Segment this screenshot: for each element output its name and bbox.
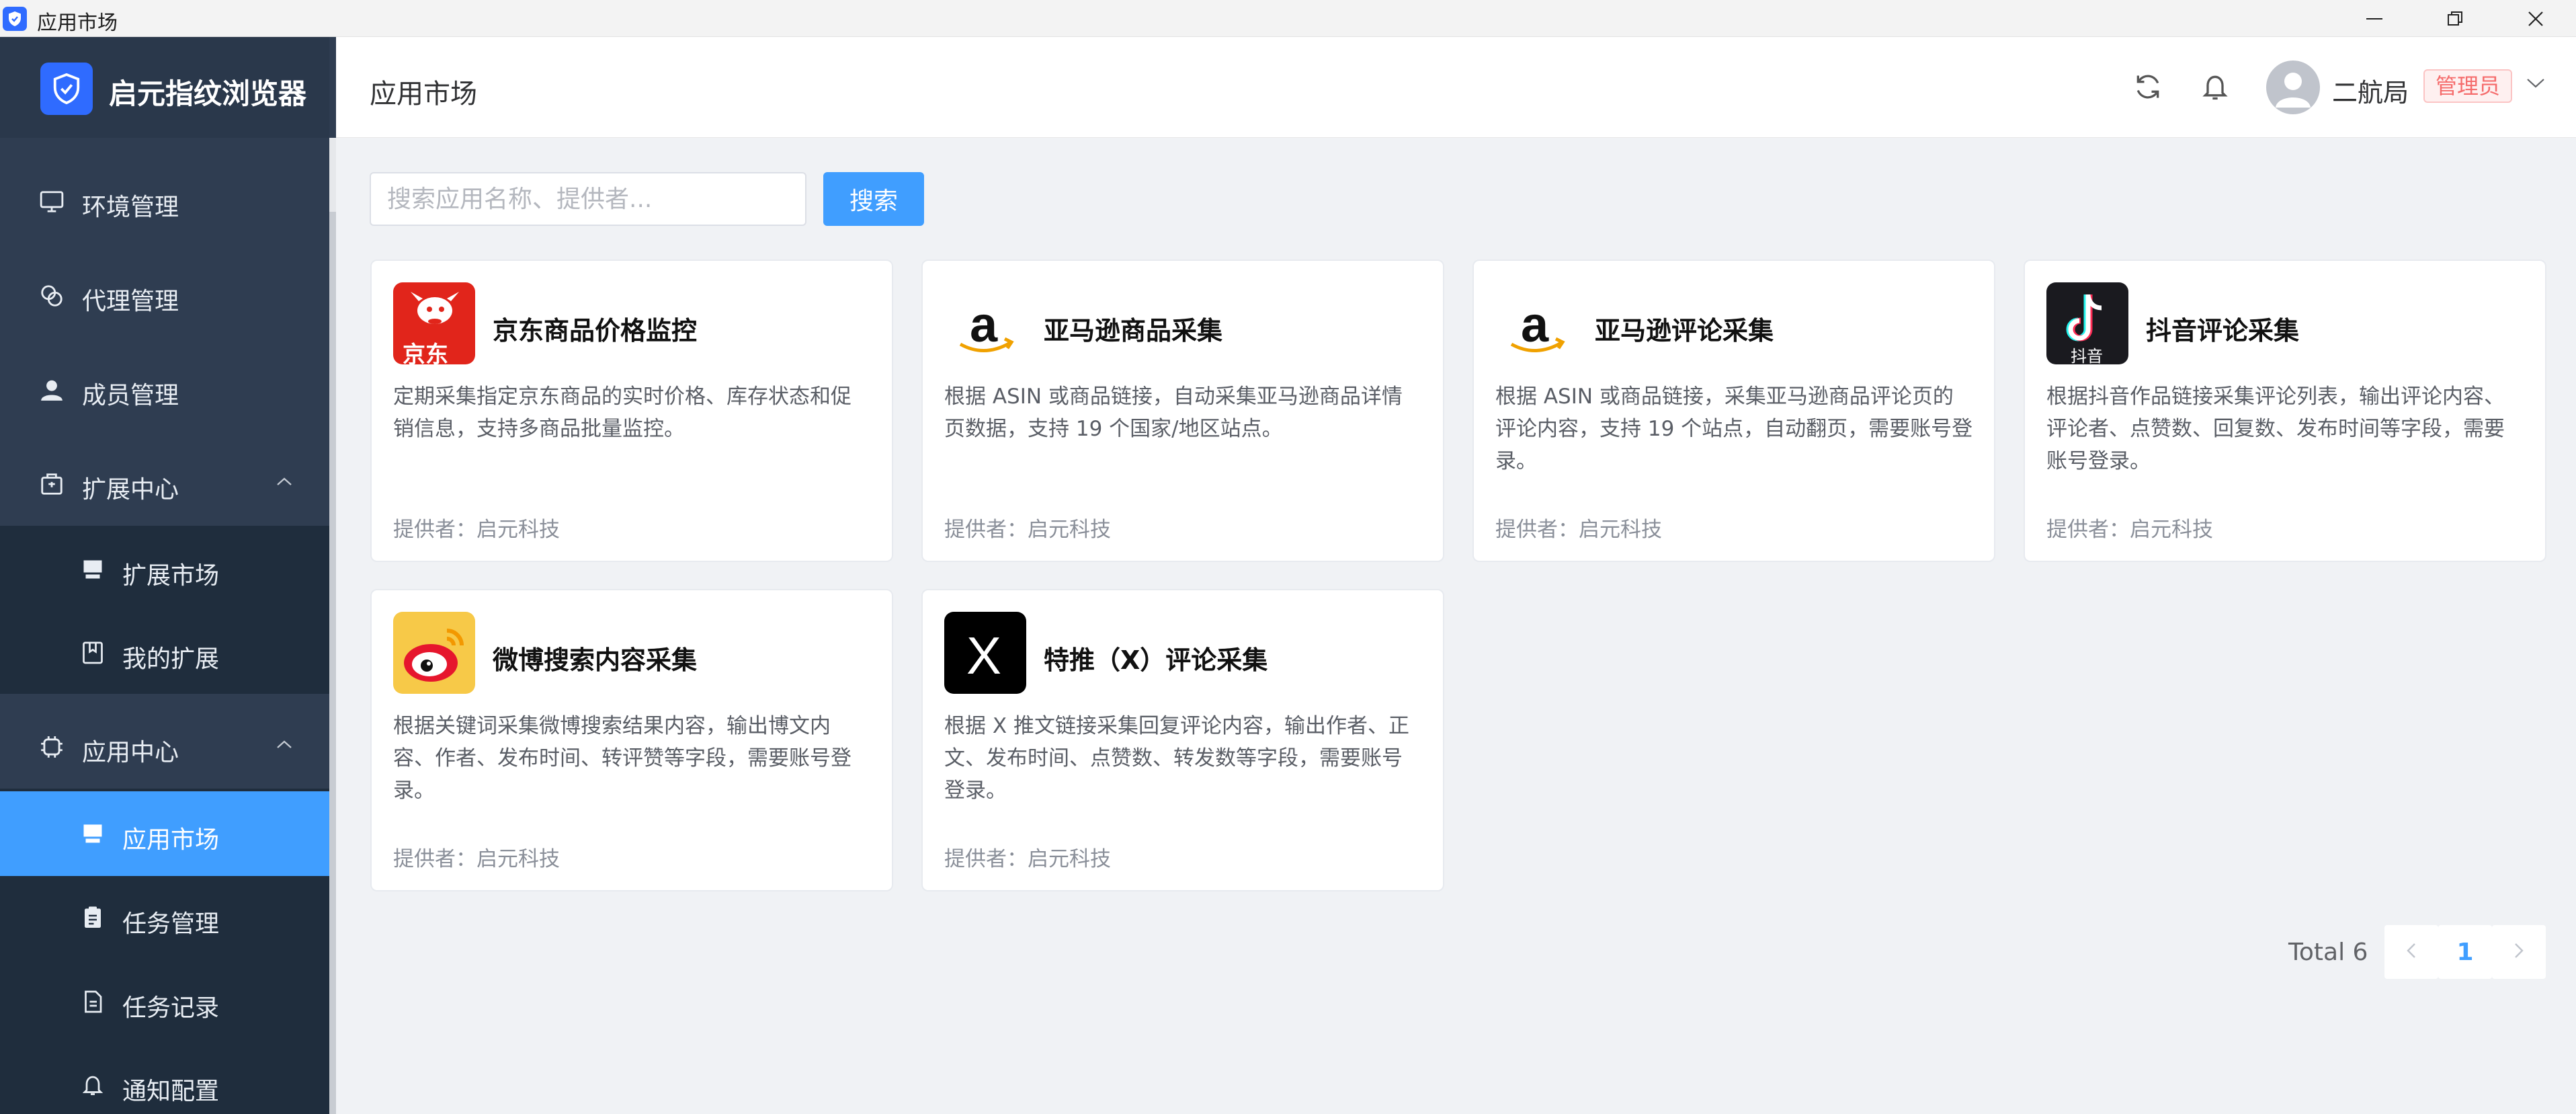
app-name: 抖音评论采集	[2146, 316, 2300, 346]
sidebar-item-label: 通知配置	[122, 1078, 220, 1105]
pagination-total: Total 6	[2288, 939, 2368, 966]
app-card-weibo-search[interactable]: 微博搜索内容采集 根据关键词采集微博搜索结果内容，输出博文内容、作者、发布时间、…	[370, 589, 893, 891]
sidebar-item-label: 扩展中心	[82, 476, 179, 504]
restore-button[interactable]	[2415, 0, 2495, 37]
shield-logo-icon	[40, 63, 93, 115]
bell-icon	[81, 1073, 105, 1097]
page-title: 应用市场	[370, 79, 477, 110]
pagination-page-1[interactable]: 1	[2438, 925, 2492, 979]
x-logo-letter: X	[966, 626, 1002, 685]
app-card-x-comments[interactable]: X 特推（X）评论采集 根据 X 推文链接采集回复评论内容，输出作者、正文、发布…	[921, 589, 1444, 891]
app-name: 亚马逊评论采集	[1595, 316, 1774, 346]
sidebar-item-environments[interactable]: 环境管理	[0, 159, 329, 243]
brand-name: 启元指纹浏览器	[109, 77, 307, 110]
app-provider: 提供者：启元科技	[393, 847, 560, 871]
sidebar-item-label: 扩展市场	[122, 562, 220, 590]
minimize-button[interactable]	[2334, 0, 2415, 37]
app-name: 亚马逊商品采集	[1044, 316, 1223, 346]
chevron-up-icon	[276, 476, 293, 489]
store-icon	[81, 822, 105, 846]
role-badge: 管理员	[2423, 69, 2513, 103]
chevron-right-icon	[2513, 941, 2525, 963]
sidebar-item-members[interactable]: 成员管理	[0, 347, 329, 432]
chevron-left-icon	[2405, 941, 2417, 963]
sidebar-item-my-extensions[interactable]: 我的扩展	[0, 610, 329, 695]
sidebar-item-notification-settings[interactable]: 通知配置	[0, 1043, 329, 1114]
sidebar-item-extensions-center[interactable]: 扩展中心	[0, 441, 329, 526]
douyin-logo-text: 抖音	[2071, 347, 2103, 364]
bookmark-box-icon	[81, 641, 105, 665]
search-button[interactable]: 搜索	[823, 172, 924, 226]
app-provider: 提供者：启元科技	[2046, 518, 2213, 542]
app-card-amazon-product[interactable]: a 亚马逊商品采集 根据 ASIN 或商品链接，自动采集亚马逊商品详情页数据，支…	[921, 260, 1444, 562]
close-button[interactable]	[2495, 0, 2576, 37]
x-logo-icon: X	[944, 612, 1026, 694]
douyin-logo-icon: 抖音	[2046, 282, 2128, 364]
sidebar-item-label: 任务管理	[122, 910, 220, 938]
app-provider: 提供者：启元科技	[393, 518, 560, 542]
chevron-down-icon[interactable]	[2526, 77, 2546, 92]
amazon-logo-icon: a	[944, 282, 1026, 364]
amazon-logo-icon: a	[1495, 282, 1577, 364]
app-provider: 提供者：启元科技	[944, 518, 1111, 542]
user-icon	[39, 377, 65, 403]
clipboard-icon	[81, 906, 105, 930]
app-name: 特推（X）评论采集	[1044, 645, 1268, 675]
search-input[interactable]	[370, 172, 806, 226]
app-name: 京东商品价格监控	[493, 316, 698, 346]
app-description: 根据 ASIN 或商品链接，采集亚马逊商品评论页的评论内容，支持 19 个站点，…	[1495, 385, 1973, 473]
jd-logo-text: 京东	[403, 342, 448, 364]
app-description: 定期采集指定京东商品的实时价格、库存状态和促销信息，支持多商品批量监控。	[393, 385, 851, 441]
sidebar-item-label: 任务记录	[122, 994, 220, 1022]
app-description: 根据 X 推文链接采集回复评论内容，输出作者、正文、发布时间、点赞数、转发数等字…	[944, 714, 1409, 803]
sidebar-item-extension-market[interactable]: 扩展市场	[0, 527, 329, 612]
bell-icon[interactable]	[2200, 72, 2230, 102]
app-provider: 提供者：启元科技	[1495, 518, 1662, 542]
pagination-prev-button[interactable]	[2384, 925, 2438, 979]
app-provider: 提供者：启元科技	[944, 847, 1111, 871]
monitor-icon	[39, 189, 65, 214]
brand-header: 启元指纹浏览器	[0, 37, 329, 138]
sidebar-item-label: 环境管理	[82, 194, 179, 221]
sidebar-scrollbar-thumb[interactable]	[329, 212, 336, 1114]
app-description: 根据抖音作品链接采集评论列表，输出评论内容、评论者、点赞数、回复数、发布时间等字…	[2046, 385, 2505, 473]
store-icon	[81, 557, 105, 582]
sidebar-item-task-management[interactable]: 任务管理	[0, 875, 329, 960]
sidebar-item-label: 代理管理	[82, 288, 179, 315]
refresh-icon[interactable]	[2133, 72, 2163, 102]
sidebar-item-label: 应用市场	[122, 826, 220, 854]
app-card-douyin-comments[interactable]: 抖音 抖音评论采集 根据抖音作品链接采集评论列表，输出评论内容、评论者、点赞数、…	[2024, 260, 2546, 562]
chevron-up-icon	[276, 739, 293, 752]
sidebar-item-label: 成员管理	[82, 382, 179, 409]
jd-logo-icon: 京东	[393, 282, 475, 364]
app-card-jd-price-monitor[interactable]: 京东 京东商品价格监控 定期采集指定京东商品的实时价格、库存状态和促销信息，支持…	[370, 260, 893, 562]
sidebar: 启元指纹浏览器 环境管理 代理管理 成员管理 扩展中心 扩展市场 我的扩展 应用…	[0, 37, 336, 1114]
sidebar-item-task-records[interactable]: 任务记录	[0, 959, 329, 1044]
sidebar-item-proxies[interactable]: 代理管理	[0, 253, 329, 337]
app-name: 微博搜索内容采集	[493, 645, 698, 675]
pagination-next-button[interactable]	[2492, 925, 2546, 979]
weibo-logo-icon	[393, 612, 475, 694]
link-icon	[39, 283, 65, 309]
avatar[interactable]	[2266, 61, 2320, 114]
chip-icon	[39, 734, 65, 760]
window-titlebar: 应用市场	[0, 0, 2576, 37]
document-icon	[81, 990, 105, 1014]
window-title: 应用市场	[37, 11, 118, 35]
sidebar-item-app-market[interactable]: 应用市场	[0, 791, 329, 876]
app-shield-icon	[3, 7, 27, 31]
app-card-amazon-reviews[interactable]: a 亚马逊评论采集 根据 ASIN 或商品链接，采集亚马逊商品评论页的评论内容，…	[1472, 260, 1995, 562]
package-icon	[39, 471, 65, 497]
app-description: 根据 ASIN 或商品链接，自动采集亚马逊商品详情页数据，支持 19 个国家/地…	[944, 385, 1403, 441]
username[interactable]: 二航局	[2332, 72, 2409, 109]
sidebar-item-apps-center[interactable]: 应用中心	[0, 704, 329, 789]
top-header: 应用市场 二航局 管理员	[336, 37, 2576, 138]
app-description: 根据关键词采集微博搜索结果内容，输出博文内容、作者、发布时间、转评赞等字段，需要…	[393, 714, 851, 803]
sidebar-item-label: 应用中心	[82, 739, 179, 766]
sidebar-item-label: 我的扩展	[122, 645, 220, 673]
